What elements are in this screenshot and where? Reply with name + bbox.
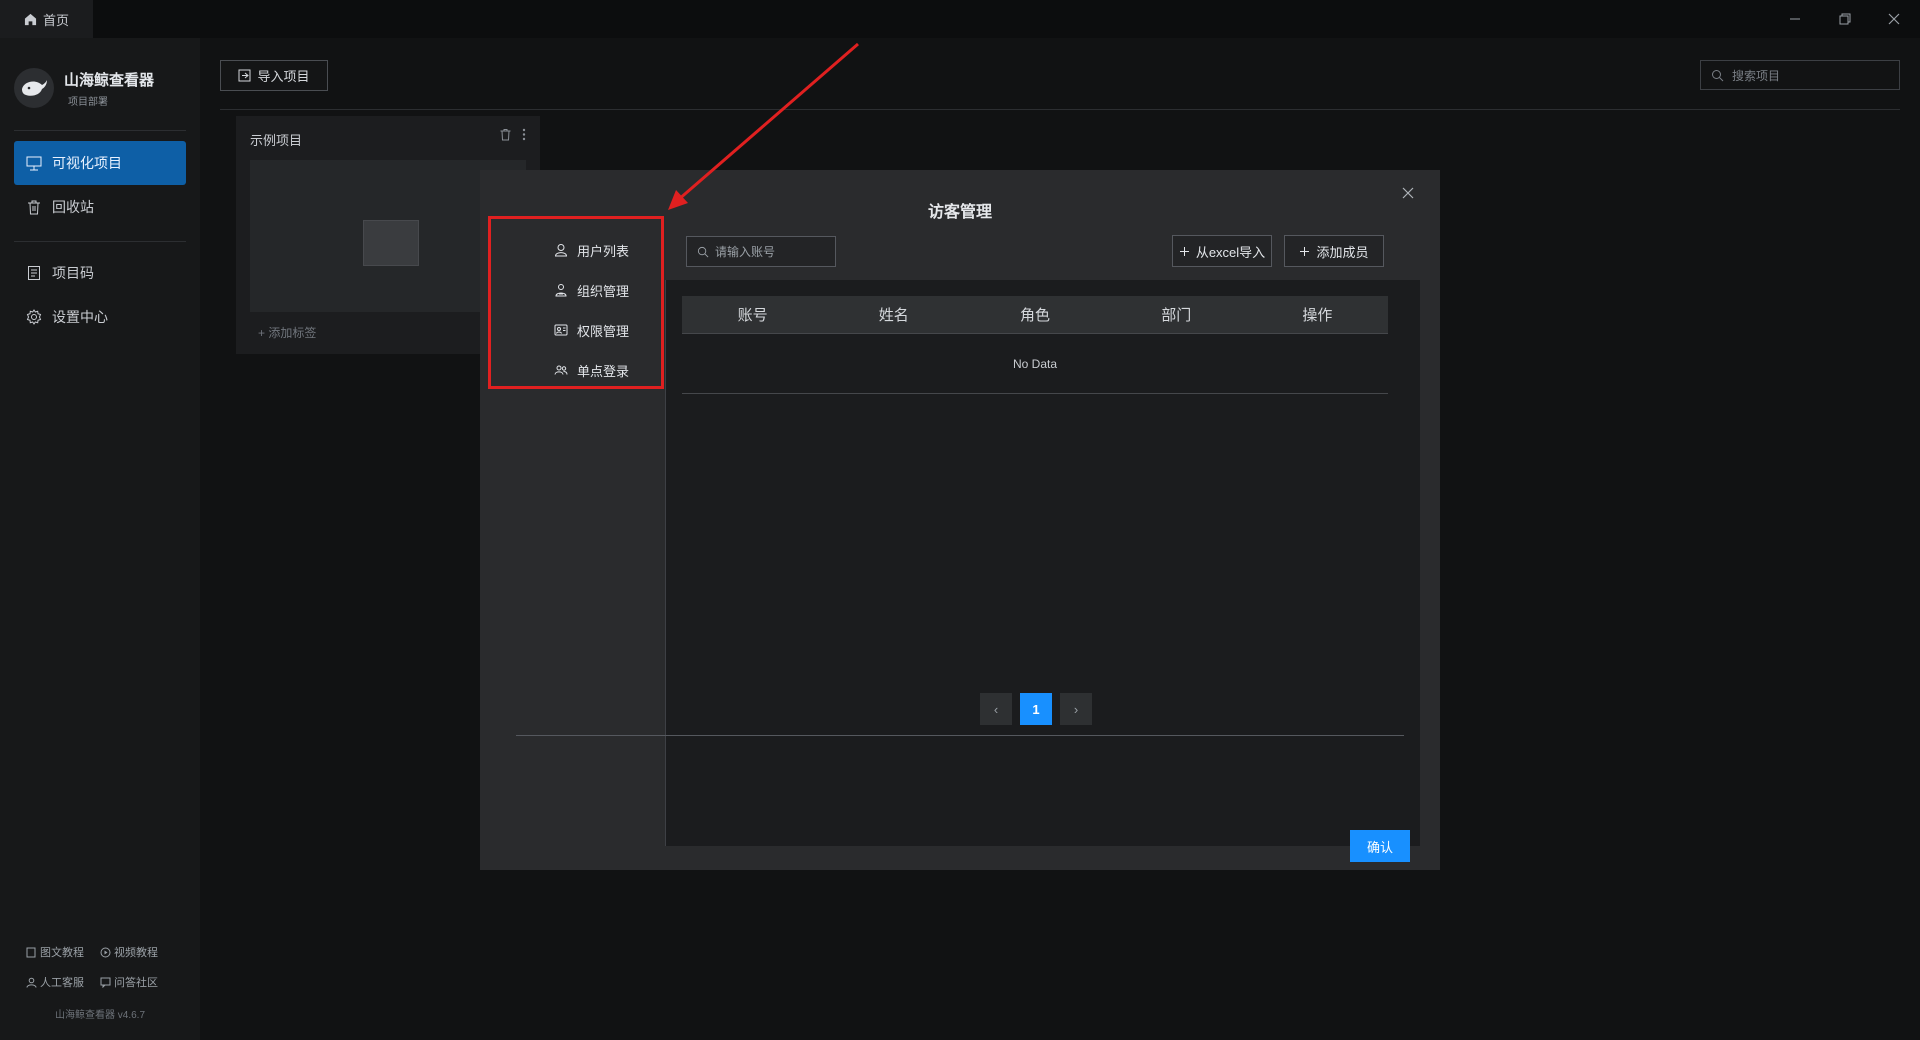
column-header-role[interactable]: 角色 bbox=[964, 296, 1105, 333]
restore-icon bbox=[1839, 13, 1851, 25]
chat-icon bbox=[100, 977, 111, 988]
divider bbox=[665, 280, 666, 846]
import-from-excel-button[interactable]: 从excel导入 bbox=[1172, 235, 1272, 267]
divider bbox=[14, 241, 186, 242]
trash-icon[interactable] bbox=[499, 128, 512, 141]
add-member-button[interactable]: 添加成员 bbox=[1284, 235, 1384, 267]
sidebar-item-label: 设置中心 bbox=[52, 309, 108, 325]
project-search-input[interactable]: 搜索项目 bbox=[1700, 60, 1900, 90]
minimize-icon bbox=[1790, 18, 1800, 20]
sidebar-item-label: 项目码 bbox=[52, 265, 94, 281]
close-icon bbox=[1402, 187, 1414, 199]
page-button-current[interactable]: 1 bbox=[1020, 693, 1052, 725]
whale-logo-icon bbox=[14, 68, 54, 108]
account-search-placeholder: 请输入账号 bbox=[715, 245, 776, 259]
import-project-button[interactable]: 导入项目 bbox=[220, 60, 328, 91]
brand-name: 山海鲸查看器 bbox=[64, 71, 155, 89]
project-card-actions bbox=[499, 128, 526, 141]
divider bbox=[516, 735, 1404, 736]
customer-service-link[interactable]: 人工客服 bbox=[26, 974, 84, 990]
gear-icon bbox=[26, 309, 42, 325]
divider bbox=[14, 130, 186, 131]
pagination: ‹ 1 › bbox=[980, 693, 1092, 725]
sidebar-item-visual-projects[interactable]: 可视化项目 bbox=[14, 141, 186, 185]
import-project-label: 导入项目 bbox=[257, 69, 310, 84]
visitor-management-dialog: 访客管理 用户列表 组织管理 权限管理 单点登录 请输入账号 从excel导入 … bbox=[480, 170, 1440, 870]
plus-icon bbox=[1300, 246, 1310, 256]
annotation-highlight-box bbox=[488, 216, 664, 389]
close-icon bbox=[1888, 13, 1900, 25]
home-icon bbox=[24, 13, 37, 25]
sidebar-item-project-code[interactable]: 项目码 bbox=[14, 251, 186, 295]
table-empty-state: No Data bbox=[682, 334, 1388, 394]
community-link[interactable]: 问答社区 bbox=[100, 974, 158, 990]
sidebar: 山海鲸查看器 项目部署 可视化项目 回收站 项目码 设置中心 图文教程 视频教程… bbox=[0, 38, 200, 1040]
tab-home-label: 首页 bbox=[43, 12, 70, 28]
play-icon bbox=[100, 947, 111, 957]
dialog-close-button[interactable] bbox=[1402, 186, 1414, 204]
minimize-button[interactable] bbox=[1768, 0, 1822, 38]
document-icon bbox=[28, 266, 40, 280]
tutorial-text-link[interactable]: 图文教程 bbox=[26, 944, 84, 960]
more-vertical-icon[interactable] bbox=[522, 128, 526, 141]
import-icon bbox=[238, 69, 251, 82]
project-search-placeholder: 搜索项目 bbox=[1732, 68, 1781, 83]
brand-subtitle: 项目部署 bbox=[68, 96, 108, 108]
search-icon bbox=[697, 246, 709, 257]
close-window-button[interactable] bbox=[1867, 0, 1920, 38]
column-header-actions[interactable]: 操作 bbox=[1247, 296, 1388, 333]
account-search-input[interactable]: 请输入账号 bbox=[686, 236, 836, 267]
sidebar-item-label: 回收站 bbox=[52, 199, 94, 215]
trash-icon bbox=[28, 200, 40, 215]
tutorial-video-link[interactable]: 视频教程 bbox=[100, 944, 158, 960]
sidebar-item-recycle-bin[interactable]: 回收站 bbox=[14, 185, 186, 229]
tab-home[interactable]: 首页 bbox=[0, 0, 93, 38]
brand: 山海鲸查看器 项目部署 bbox=[14, 68, 154, 108]
search-icon bbox=[1712, 69, 1724, 81]
prev-page-button[interactable]: ‹ bbox=[980, 693, 1012, 725]
plus-icon bbox=[1179, 246, 1189, 256]
title-bar: 首页 bbox=[0, 0, 1920, 38]
sidebar-item-settings[interactable]: 设置中心 bbox=[14, 295, 186, 339]
app-window: 首页 山海鲸查看器 项目部署 可视化项目 回收站 项目码 设置中心 图文教程 视… bbox=[0, 0, 1920, 1040]
add-tag-button[interactable]: + 添加标签 bbox=[258, 324, 316, 341]
sidebar-footer: 图文教程 视频教程 人工客服 问答社区 bbox=[26, 944, 186, 1004]
book-icon bbox=[26, 947, 36, 957]
restore-button[interactable] bbox=[1818, 0, 1872, 38]
column-header-account[interactable]: 账号 bbox=[682, 296, 823, 333]
next-page-button[interactable]: › bbox=[1060, 693, 1092, 725]
table-header: 账号 姓名 角色 部门 操作 bbox=[682, 296, 1388, 334]
user-icon bbox=[26, 977, 37, 988]
column-header-department[interactable]: 部门 bbox=[1106, 296, 1247, 333]
column-header-name[interactable]: 姓名 bbox=[823, 296, 964, 333]
divider bbox=[220, 109, 1900, 110]
confirm-button[interactable]: 确认 bbox=[1350, 830, 1410, 862]
project-title: 示例项目 bbox=[250, 133, 303, 148]
version-label: 山海鲸查看器 v4.6.7 bbox=[54, 1010, 146, 1021]
sidebar-item-label: 可视化项目 bbox=[52, 155, 122, 171]
presentation-icon bbox=[26, 156, 42, 171]
thumbnail-placeholder bbox=[363, 220, 419, 266]
